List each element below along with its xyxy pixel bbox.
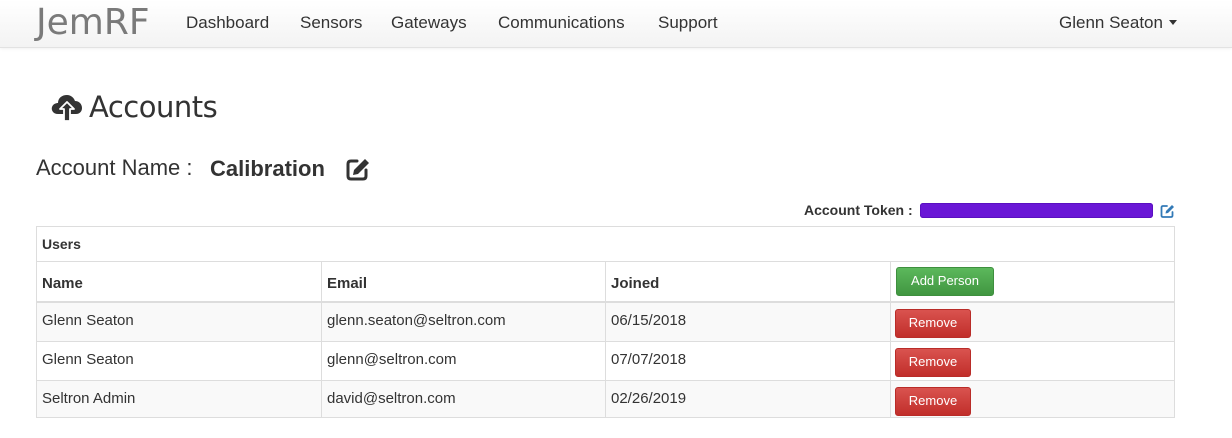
page-title: Accounts — [89, 90, 218, 124]
user-name: Glenn Seaton — [1059, 13, 1163, 32]
top-navbar: JemRF Dashboard Sensors Gateways Communi… — [0, 0, 1232, 48]
account-name-value: Calibration — [210, 156, 325, 181]
account-name-label: Account Name : — [36, 155, 193, 180]
user-name-cell: Glenn Seaton — [42, 351, 134, 368]
column-header-joined: Joined — [611, 275, 660, 292]
cloud-upload-icon — [51, 95, 82, 122]
nav-communications[interactable]: Communications — [498, 13, 625, 33]
user-email-cell: glenn.seaton@seltron.com — [327, 312, 506, 329]
remove-user-button[interactable]: Remove — [895, 348, 971, 377]
add-person-button[interactable]: Add Person — [896, 267, 994, 296]
caret-down-icon — [1168, 20, 1177, 25]
user-email-cell: glenn@seltron.com — [327, 351, 457, 368]
user-joined-cell: 02/26/2019 — [611, 390, 687, 407]
nav-gateways[interactable]: Gateways — [391, 13, 467, 33]
brand-logo[interactable]: JemRF — [36, 2, 150, 44]
user-email-cell: david@seltron.com — [327, 390, 456, 407]
nav-dashboard[interactable]: Dashboard — [186, 13, 269, 33]
column-divider — [321, 262, 322, 418]
nav-sensors[interactable]: Sensors — [300, 13, 362, 33]
remove-user-button[interactable]: Remove — [895, 309, 971, 338]
column-header-name: Name — [42, 275, 83, 292]
panel-title: Users — [42, 236, 81, 252]
edit-token-icon[interactable] — [1160, 204, 1175, 219]
user-menu[interactable]: Glenn Seaton — [1059, 13, 1177, 33]
user-name-cell: Seltron Admin — [42, 390, 136, 407]
column-divider — [890, 262, 891, 418]
panel-heading: Users — [37, 227, 1174, 262]
user-joined-cell: 07/07/2018 — [611, 351, 687, 368]
account-token-label: Account Token : — [804, 202, 913, 218]
column-header-email: Email — [327, 275, 368, 292]
remove-user-button[interactable]: Remove — [895, 387, 971, 416]
account-token-value: [redacted] — [920, 203, 1153, 218]
edit-account-name-icon[interactable] — [344, 157, 370, 183]
nav-support[interactable]: Support — [658, 13, 718, 33]
users-panel: Users Name Email Joined Add Person Glenn… — [36, 226, 1175, 418]
user-name-cell: Glenn Seaton — [42, 312, 134, 329]
user-joined-cell: 06/15/2018 — [611, 312, 687, 329]
column-divider — [605, 262, 606, 418]
